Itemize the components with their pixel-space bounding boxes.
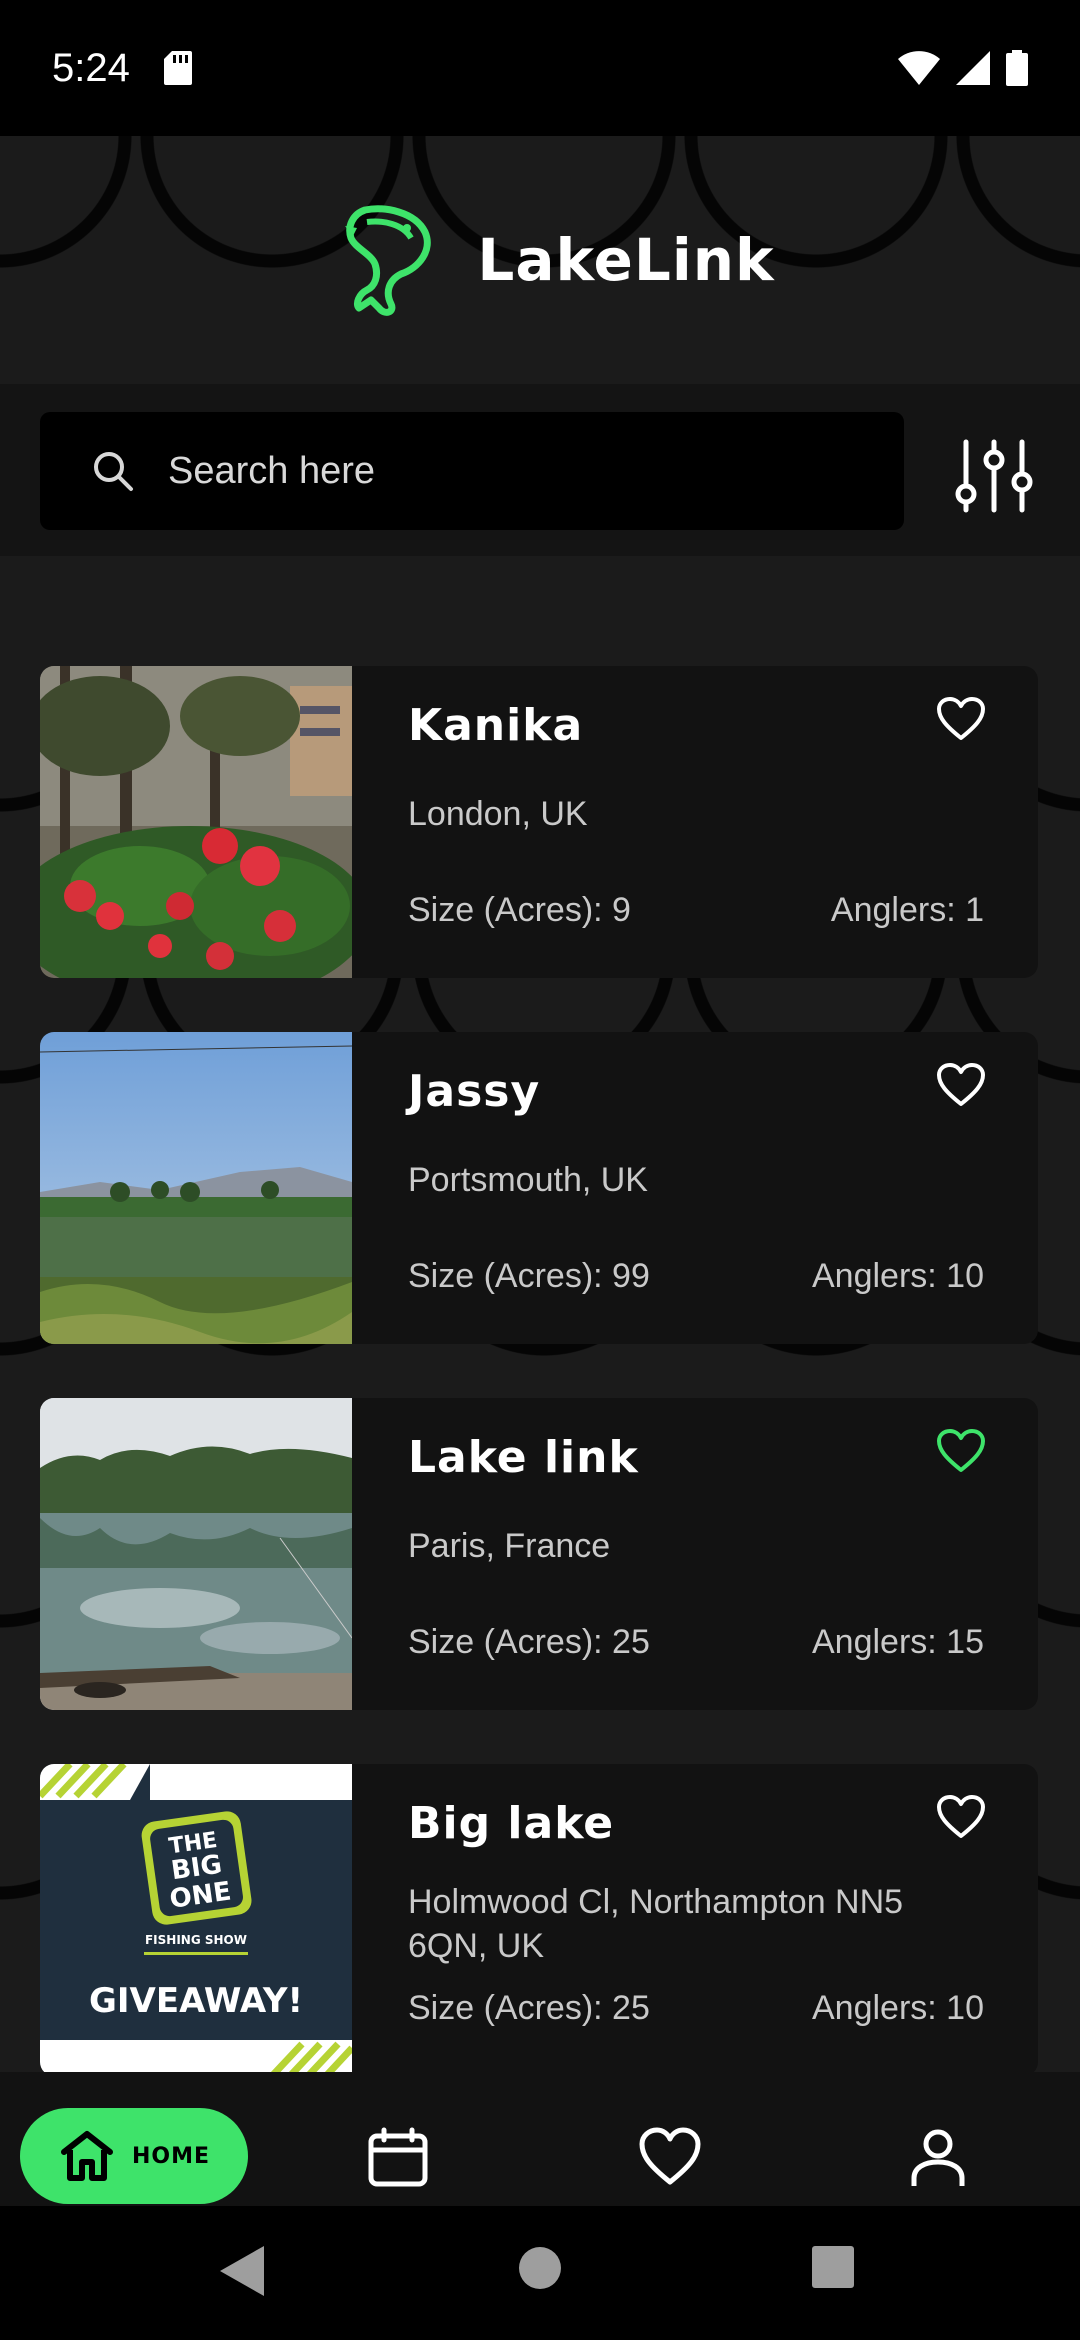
- lake-anglers: Anglers: 10: [812, 1257, 984, 1295]
- status-time: 5:24: [52, 45, 130, 90]
- lake-card[interactable]: Kanika London, UK Size (Acres): 9 Angler…: [40, 666, 1038, 978]
- heart-icon[interactable]: [638, 2126, 702, 2190]
- lake-card[interactable]: Lake link Paris, France Size (Acres): 25…: [40, 1398, 1038, 1710]
- status-bar: 5:24: [0, 0, 1080, 136]
- nav-home-label: HOME: [132, 2143, 211, 2169]
- lake-anglers: Anglers: 1: [830, 891, 984, 929]
- lake-list: Kanika London, UK Size (Acres): 9 Angler…: [0, 556, 1080, 2072]
- lake-location: London, UK: [408, 795, 588, 833]
- lake-photo: THE BIG ONE FISHING SHOW GIVEAWAY!: [40, 1764, 352, 2072]
- heart-icon[interactable]: [936, 696, 986, 742]
- lake-card[interactable]: THE BIG ONE FISHING SHOW GIVEAWAY! Big l…: [40, 1764, 1038, 2072]
- lake-anglers: Anglers: 10: [812, 1989, 984, 2027]
- lake-location: Paris, France: [408, 1527, 611, 1565]
- filter-icon[interactable]: [954, 436, 1034, 516]
- lake-card[interactable]: Jassy Portsmouth, UK Size (Acres): 99 An…: [40, 1032, 1038, 1344]
- lake-name: Big lake: [408, 1798, 615, 1849]
- lake-size: Size (Acres): 25: [408, 1623, 650, 1661]
- recents-icon[interactable]: [812, 2246, 854, 2288]
- heart-icon-favorited[interactable]: [936, 1428, 986, 1474]
- lake-anglers: Anglers: 15: [812, 1623, 984, 1661]
- lake-photo: [40, 1032, 352, 1344]
- battery-icon: [1006, 50, 1028, 86]
- calendar-icon[interactable]: [366, 2126, 430, 2190]
- svg-text:FISHING SHOW: FISHING SHOW: [145, 1933, 247, 1947]
- heart-icon[interactable]: [936, 1062, 986, 1108]
- lake-photo: [40, 1398, 352, 1710]
- svg-text:GIVEAWAY!: GIVEAWAY!: [89, 1981, 303, 2021]
- lake-size: Size (Acres): 9: [408, 891, 631, 929]
- profile-icon[interactable]: [906, 2126, 970, 2190]
- lake-name: Jassy: [408, 1066, 541, 1117]
- search-input[interactable]: [168, 449, 808, 493]
- lake-location: Holmwood Cl, Northampton NN5 6QN, UK: [408, 1883, 904, 1965]
- app-header: LakeLink: [0, 136, 1080, 384]
- search-bar-row: [0, 384, 1080, 556]
- nav-home-button[interactable]: HOME: [20, 2108, 248, 2204]
- wifi-icon: [898, 51, 940, 85]
- lake-size: Size (Acres): 25: [408, 1989, 650, 2027]
- lake-location: Portsmouth, UK: [408, 1161, 648, 1199]
- signal-icon: [956, 51, 990, 85]
- fish-logo-icon: [345, 205, 432, 316]
- search-box[interactable]: [40, 412, 904, 530]
- home-circle-icon[interactable]: [518, 2246, 562, 2290]
- lake-name: Lake link: [408, 1432, 639, 1483]
- lake-size: Size (Acres): 99: [408, 1257, 650, 1295]
- app-name: LakeLink: [477, 226, 775, 294]
- lake-name: Kanika: [408, 700, 584, 751]
- home-icon: [61, 2131, 113, 2181]
- heart-icon[interactable]: [936, 1794, 986, 1840]
- lake-photo: [40, 666, 352, 978]
- back-icon[interactable]: [220, 2246, 264, 2296]
- system-navigation-bar: [0, 2206, 1080, 2340]
- sd-card-icon: [163, 51, 192, 85]
- bottom-navigation: HOME: [0, 2072, 1080, 2206]
- search-icon: [94, 452, 133, 491]
- app-logo: LakeLink: [345, 204, 774, 316]
